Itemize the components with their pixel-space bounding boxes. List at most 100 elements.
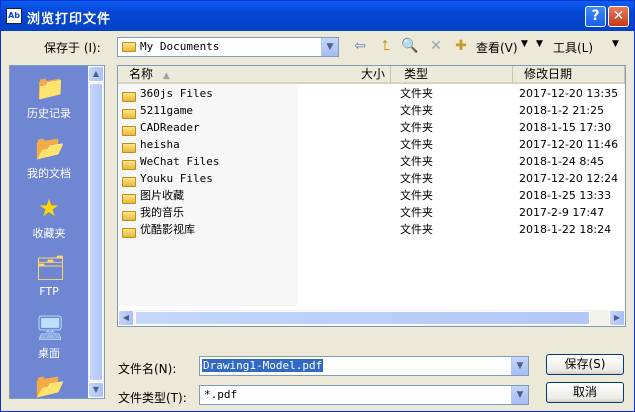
file-modified: 2018-1-22 18:24 xyxy=(519,223,612,236)
place-desktop[interactable]: 🖥 桌面 xyxy=(10,314,88,361)
file-name: 360js Files xyxy=(140,87,213,100)
column-label: 名称 xyxy=(129,67,154,81)
file-name: 图片收藏 xyxy=(140,189,184,202)
table-row[interactable]: heisha 文件夹 2017-12-20 11:46 xyxy=(118,136,618,153)
file-type: 文件夹 xyxy=(400,206,433,219)
lookin-combo[interactable]: My Documents ▼ xyxy=(117,37,339,57)
table-row[interactable]: 图片收藏 文件夹 2018-1-25 13:33 xyxy=(118,187,612,204)
file-name: heisha xyxy=(140,138,180,151)
file-modified: 2017-12-20 13:35 xyxy=(519,87,619,100)
help-button[interactable]: ? xyxy=(585,6,606,27)
my-documents-icon: 📂 xyxy=(35,134,65,162)
title-bar[interactable]: Ab 浏览打印文件 ? ✕ xyxy=(1,1,634,31)
place-label: 我的文档 xyxy=(27,167,71,180)
file-type: 文件夹 xyxy=(400,104,433,117)
new-folder-icon[interactable]: ✚ xyxy=(452,37,470,55)
scroll-up-icon[interactable]: ▲ xyxy=(88,66,104,82)
filename-input[interactable]: Drawing1-Model.pdf ▼ xyxy=(199,356,529,376)
history-icon: 📁 xyxy=(35,74,65,102)
sort-ascending-icon: ▲ xyxy=(162,71,170,81)
table-row[interactable]: 我的音乐 文件夹 2017-2-9 17:47 xyxy=(118,204,608,221)
table-row[interactable]: 5211game 文件夹 2018-1-2 21:25 xyxy=(118,102,608,119)
places-scrollbar[interactable]: ▲ ▼ xyxy=(88,66,104,398)
lookin-value: My Documents xyxy=(140,40,220,53)
column-header-size[interactable]: 大小 xyxy=(357,66,391,84)
back-arrow-icon[interactable]: ⇦ xyxy=(351,37,369,55)
delete-icon[interactable]: ✕ xyxy=(427,37,445,55)
chevron-down-icon[interactable]: ▼ xyxy=(511,357,528,375)
table-row[interactable]: CADReader 文件夹 2018-1-15 17:30 xyxy=(118,119,612,136)
filetype-select[interactable]: *.pdf ▼ xyxy=(199,385,529,405)
places-bar: 📁 历史记录 📂 我的文档 ★ 收藏夹 🗂 FTP 🖥 桌面 📂 ▲ ▼ xyxy=(9,65,105,400)
close-button[interactable]: ✕ xyxy=(608,6,629,27)
file-type: 文件夹 xyxy=(400,121,433,134)
filetype-value: *.pdf xyxy=(204,388,238,401)
place-label: FTP xyxy=(39,285,59,298)
file-name: Youku Files xyxy=(140,172,213,185)
scroll-left-icon[interactable]: ◀ xyxy=(118,310,134,326)
file-modified: 2017-2-9 17:47 xyxy=(519,206,605,219)
desktop-icon: 🖥 xyxy=(35,314,66,342)
file-modified: 2018-1-24 8:45 xyxy=(519,155,605,168)
scroll-right-icon[interactable]: ▶ xyxy=(609,310,625,326)
file-modified: 2018-1-2 21:25 xyxy=(519,104,605,117)
column-header-modified[interactable]: 修改日期 xyxy=(513,66,625,84)
place-label: 收藏夹 xyxy=(32,227,66,240)
place-favorites[interactable]: ★ 收藏夹 xyxy=(10,194,88,241)
places-scroll-thumb[interactable] xyxy=(89,83,103,381)
file-name: 我的音乐 xyxy=(140,206,184,219)
file-modified: 2017-12-20 11:46 xyxy=(519,138,619,151)
hscroll-thumb[interactable] xyxy=(135,311,590,325)
place-label: 历史记录 xyxy=(27,107,71,120)
view-menu-button[interactable]: 查看(V) xyxy=(476,39,518,56)
window-title: 浏览打印文件 xyxy=(27,12,112,27)
save-dialog: Ab 浏览打印文件 ? ✕ 保存于 (I): My Documents ▼ ⇦ … xyxy=(0,0,635,412)
table-row[interactable]: Youku Files 文件夹 2017-12-20 12:24 xyxy=(118,170,618,187)
column-header-type[interactable]: 类型 xyxy=(393,66,513,84)
tools-dropdown-icon[interactable]: ▼ xyxy=(536,39,543,49)
folder-icon xyxy=(122,224,136,241)
file-name: CADReader xyxy=(140,121,200,134)
file-type: 文件夹 xyxy=(400,172,433,185)
app-icon: Ab xyxy=(6,8,22,24)
ftp-icon: 🗂 xyxy=(35,254,66,282)
tools-menu-arrow-icon[interactable]: ▼ xyxy=(612,39,619,49)
place-more[interactable]: 📂 xyxy=(10,372,88,403)
file-type: 文件夹 xyxy=(400,223,433,236)
file-name: WeChat Files xyxy=(140,155,220,168)
chevron-down-icon[interactable]: ▼ xyxy=(321,38,338,56)
file-modified: 2017-12-20 12:24 xyxy=(519,172,619,185)
column-header-name[interactable]: 名称 ▲ xyxy=(118,66,391,84)
place-my-documents[interactable]: 📂 我的文档 xyxy=(10,134,88,181)
file-list[interactable]: 名称 ▲ 大小 类型 修改日期 360js Files 文件夹 2017-12-20… xyxy=(117,65,626,327)
search-web-icon[interactable]: 🔍 xyxy=(401,37,419,55)
file-name: 优酷影视库 xyxy=(140,223,195,236)
folder-icon xyxy=(122,42,136,52)
folder-more-icon: 📂 xyxy=(35,372,65,400)
file-name: 5211game xyxy=(140,104,193,117)
place-label: 桌面 xyxy=(38,347,60,360)
filename-label: 文件名(N): xyxy=(118,362,177,376)
file-modified: 2018-1-15 17:30 xyxy=(519,121,612,134)
file-list-hscrollbar[interactable]: ◀ ▶ xyxy=(118,310,625,326)
scroll-down-icon[interactable]: ▼ xyxy=(88,382,104,398)
table-row[interactable]: 优酷影视库 文件夹 2018-1-22 18:24 xyxy=(118,221,612,241)
save-button[interactable]: 保存(S) xyxy=(546,354,624,375)
file-type: 文件夹 xyxy=(400,189,433,202)
file-modified: 2018-1-25 13:33 xyxy=(519,189,612,202)
filetype-label: 文件类型(T): xyxy=(118,391,187,405)
place-history[interactable]: 📁 历史记录 xyxy=(10,74,88,121)
table-row[interactable]: 360js Files 文件夹 2017-12-20 13:35 xyxy=(118,85,618,102)
lookin-label: 保存于 (I): xyxy=(44,41,101,55)
tools-menu-button[interactable]: 工具(L) xyxy=(553,39,593,56)
chevron-down-icon[interactable]: ▼ xyxy=(511,386,528,404)
cancel-button[interactable]: 取消 xyxy=(546,382,624,403)
filename-value: Drawing1-Model.pdf xyxy=(202,359,324,372)
table-row[interactable]: WeChat Files 文件夹 2018-1-24 8:45 xyxy=(118,153,608,170)
view-dropdown-icon[interactable]: ▼ xyxy=(521,39,528,49)
place-ftp[interactable]: 🗂 FTP xyxy=(10,254,88,298)
favorites-icon: ★ xyxy=(38,194,60,222)
file-type: 文件夹 xyxy=(400,155,433,168)
up-folder-icon[interactable]: ⮤ xyxy=(377,37,395,55)
file-type: 文件夹 xyxy=(400,138,433,151)
